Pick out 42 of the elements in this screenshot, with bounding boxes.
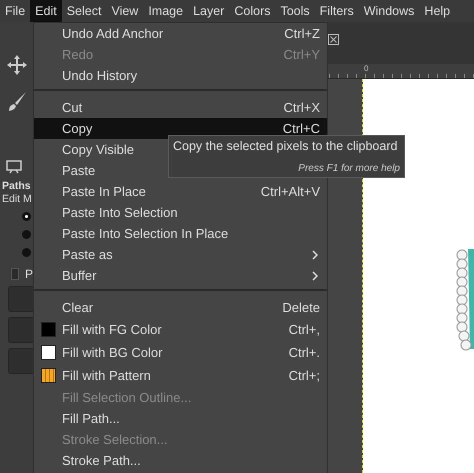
menu-item[interactable]: Paste Into Selection	[34, 202, 327, 223]
panel-title: Paths	[2, 180, 32, 193]
panel-button[interactable]	[8, 348, 33, 374]
tooltip-hint: Press F1 for more help	[298, 163, 400, 174]
menu-bar-item[interactable]: Layer	[188, 0, 230, 22]
menu-bar-item[interactable]: Edit	[30, 0, 62, 22]
menu-bar-item[interactable]: Filters	[314, 0, 359, 22]
menu-item[interactable]: Fill Path...	[34, 408, 327, 429]
panel-button[interactable]	[8, 286, 33, 312]
panel-label: Edit M	[2, 193, 33, 206]
menu-item[interactable]: Paste as	[34, 244, 327, 265]
tooltip-text: Copy the selected pixels to the clipboard	[173, 139, 398, 153]
menu-item[interactable]: Undo History	[34, 65, 327, 86]
menu-bar-item[interactable]: Select	[62, 0, 106, 22]
radio-button[interactable]	[22, 212, 31, 221]
monitor-icon[interactable]	[6, 160, 22, 174]
checkbox-label: P	[24, 267, 33, 281]
menu-bar-item[interactable]: Help	[419, 0, 456, 22]
menu-bar-item[interactable]: File	[0, 0, 30, 22]
menu-bar-item[interactable]: Windows	[358, 0, 420, 22]
menu-item[interactable]: Fill with BG Color Ctrl+.	[34, 341, 327, 364]
menu-item[interactable]: Paste Into Selection In Place	[34, 223, 327, 244]
menu-bar-item[interactable]: View	[106, 0, 144, 22]
radio-button[interactable]	[22, 230, 31, 239]
menu-bar-item[interactable]: Colors	[229, 0, 276, 22]
panel-button[interactable]	[8, 317, 33, 343]
menu-item[interactable]: Clear Delete	[34, 297, 327, 318]
menu-item[interactable]: Copy Ctrl+C	[34, 118, 327, 139]
menu-item[interactable]: Fill with FG Color Ctrl+,	[34, 318, 327, 341]
menu-bar-item[interactable]: Tools	[275, 0, 315, 22]
menu-item[interactable]: Stroke Path...	[34, 450, 327, 471]
move-icon[interactable]	[6, 54, 28, 76]
menu-bar-item[interactable]: Image	[143, 0, 188, 22]
menu-item[interactable]: Undo Add Anchor Ctrl+Z	[34, 23, 327, 44]
menu-item[interactable]: Fill with Pattern Ctrl+;	[34, 364, 327, 387]
radio-button[interactable]	[22, 248, 31, 257]
menu-item[interactable]: Cut Ctrl+X	[34, 97, 327, 118]
checkbox[interactable]	[11, 268, 19, 280]
menu-item[interactable]: Buffer	[34, 265, 327, 286]
ruler-label: 0	[364, 64, 368, 74]
menu-item[interactable]: Paste In Place Ctrl+Alt+V	[34, 181, 327, 202]
close-icon[interactable]	[328, 34, 339, 44]
